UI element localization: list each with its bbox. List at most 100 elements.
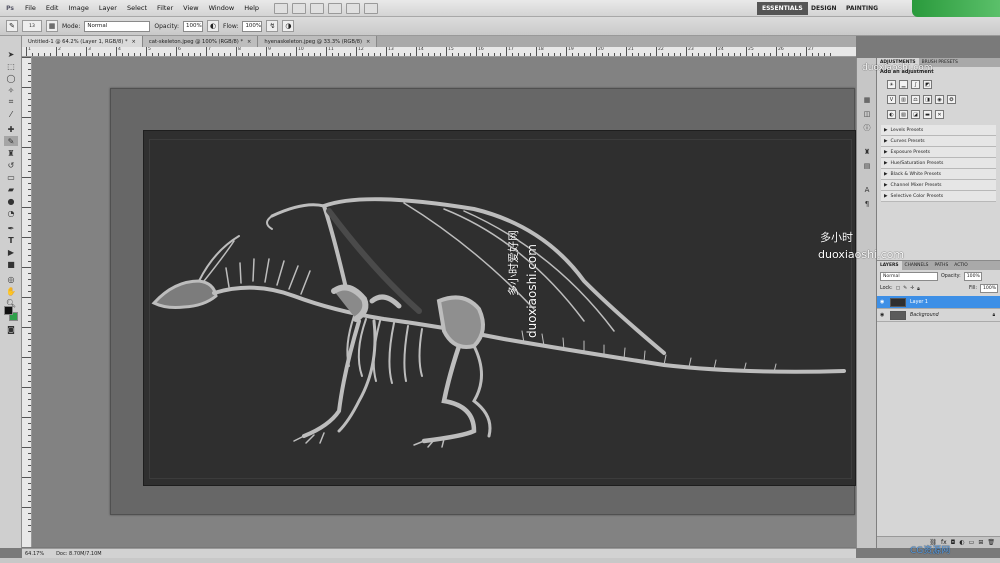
paragraph-panel-icon[interactable]: ¶ (861, 198, 873, 209)
pressure-size-icon[interactable]: ◑ (282, 20, 295, 32)
color-balance-icon[interactable]: ⚖ (911, 95, 920, 104)
info-panel-icon[interactable]: ⓘ (861, 122, 873, 133)
lock-transparency-icon[interactable]: ▢ (896, 286, 901, 291)
zoom-level-icon[interactable] (310, 2, 325, 14)
menu-window[interactable]: Window (204, 4, 240, 12)
black-white-icon[interactable]: ◨ (923, 95, 932, 104)
lock-position-icon[interactable]: ✛ (910, 286, 914, 291)
tab-untitled-1[interactable]: Untitled-1 @ 64.2% (Layer 1, RGB/8) * × (22, 36, 143, 47)
layer-comps-icon[interactable]: ◫ (861, 108, 873, 119)
type-tool-icon[interactable]: T (4, 235, 18, 245)
swatches-panel-icon[interactable]: ▦ (861, 94, 873, 105)
vertical-ruler[interactable] (22, 57, 32, 547)
dodge-tool-icon[interactable]: ◔ (4, 208, 18, 218)
menu-image[interactable]: Image (63, 4, 93, 12)
character-panel-icon[interactable]: A (861, 184, 873, 195)
preset-levels[interactable]: ▶ Levels Presets (881, 125, 996, 136)
menu-select[interactable]: Select (122, 4, 152, 12)
workspace-essentials[interactable]: ESSENTIALS (757, 2, 808, 15)
quick-select-tool-icon[interactable]: ✧ (4, 85, 18, 95)
tab-cat-skeleton[interactable]: cat-skeleton.jpeg @ 100% (RGB/8) * × (142, 36, 259, 47)
path-selection-tool-icon[interactable]: ▶ (4, 247, 18, 257)
lock-all-icon[interactable]: 🔒︎ (917, 286, 920, 292)
eraser-tool-icon[interactable]: ▭ (4, 172, 18, 182)
menu-edit[interactable]: Edit (41, 4, 64, 12)
visibility-eye-icon[interactable]: ◉ (880, 299, 886, 305)
brightness-contrast-icon[interactable]: ☀ (887, 80, 896, 89)
layer-row-background[interactable]: ◉ Background 🔒︎ (877, 309, 1000, 322)
brush-tool-icon[interactable]: ✎ (6, 20, 18, 32)
layer-row-layer-1[interactable]: ◉ Layer 1 (877, 296, 1000, 309)
tab-paths[interactable]: PATHS (931, 261, 951, 270)
new-group-icon[interactable]: ▭ (969, 539, 975, 546)
hand-tool-icon[interactable] (328, 2, 343, 14)
menu-file[interactable]: File (20, 4, 41, 12)
actions-panel-icon[interactable]: ▤ (861, 160, 873, 171)
zoom-level[interactable]: 64.17% (25, 551, 44, 557)
rotate-3d-tool-icon[interactable]: ◎ (4, 274, 18, 284)
tab-layers[interactable]: LAYERS (877, 261, 902, 270)
history-brush-tool-icon[interactable]: ↺ (4, 160, 18, 170)
workspace-painting[interactable]: PAINTING (841, 2, 883, 15)
clone-source-icon[interactable]: ♜ (861, 146, 873, 157)
new-layer-icon[interactable]: ⊞ (978, 539, 983, 546)
opacity-input[interactable]: 100% (183, 20, 204, 32)
channel-mixer-icon[interactable]: ❂ (947, 95, 956, 104)
menu-view[interactable]: View (178, 4, 203, 12)
menu-help[interactable]: Help (239, 4, 264, 12)
brush-tool-icon[interactable]: ✎ (4, 136, 18, 146)
close-icon[interactable]: × (132, 39, 136, 45)
mode-select[interactable]: Normal (84, 20, 151, 32)
lock-pixels-icon[interactable]: ✎ (903, 286, 907, 291)
preset-curves[interactable]: ▶ Curves Presets (881, 136, 996, 147)
healing-brush-tool-icon[interactable]: ✚ (4, 124, 18, 134)
airbrush-icon[interactable]: ↯ (266, 20, 279, 32)
add-mask-icon[interactable]: ◘ (951, 539, 956, 546)
horizontal-ruler[interactable]: 1 2 3 4 5 6 7 8 9 10 11 12 13 14 15 16 17 18 19 20 21 22 23 24 2… (22, 47, 856, 57)
blur-tool-icon[interactable]: ● (4, 196, 18, 206)
posterize-icon[interactable]: ▧ (899, 110, 908, 119)
preset-hue-saturation[interactable]: ▶ Hue/Saturation Presets (881, 158, 996, 169)
brush-preset-picker[interactable]: 13 (22, 20, 42, 32)
crop-tool-icon[interactable]: ⌗ (4, 97, 18, 107)
document-canvas[interactable] (143, 130, 856, 486)
move-tool-icon[interactable]: ➤ (4, 49, 18, 59)
gradient-tool-icon[interactable]: ▰ (4, 184, 18, 194)
pressure-opacity-icon[interactable]: ◐ (207, 20, 220, 32)
arrange-documents-icon[interactable] (346, 2, 361, 14)
exposure-icon[interactable]: ◩ (923, 80, 932, 89)
shape-tool-icon[interactable]: ■ (4, 259, 18, 269)
preset-channel-mixer[interactable]: ▶ Channel Mixer Presets (881, 180, 996, 191)
marquee-tool-icon[interactable]: ⬚ (4, 61, 18, 71)
threshold-icon[interactable]: ◪ (911, 110, 920, 119)
brush-panel-toggle-icon[interactable]: ▦ (46, 20, 58, 32)
clone-stamp-tool-icon[interactable]: ♜ (4, 148, 18, 158)
invert-icon[interactable]: ◐ (887, 110, 896, 119)
preset-black-white[interactable]: ▶ Black & White Presets (881, 169, 996, 180)
foreground-color-swatch[interactable] (4, 306, 13, 315)
lasso-tool-icon[interactable]: ◯ (4, 73, 18, 83)
close-icon[interactable]: × (366, 39, 370, 45)
mini-bridge-icon[interactable] (292, 2, 307, 14)
levels-icon[interactable]: ▁ (899, 80, 908, 89)
layer-opacity-input[interactable]: 100% (963, 272, 982, 281)
menu-filter[interactable]: Filter (152, 4, 178, 12)
visibility-eye-icon[interactable]: ◉ (880, 312, 886, 318)
pen-tool-icon[interactable]: ✒ (4, 223, 18, 233)
preset-exposure[interactable]: ▶ Exposure Presets (881, 147, 996, 158)
fill-input[interactable]: 100% (980, 284, 998, 293)
tab-actions[interactable]: ACTIO (951, 261, 970, 270)
workspace-design[interactable]: DESIGN (806, 2, 842, 15)
tab-channels[interactable]: CHANNELS (902, 261, 932, 270)
selective-color-icon[interactable]: ✕ (935, 110, 944, 119)
eyedropper-tool-icon[interactable]: ⁄ (4, 109, 18, 119)
quick-mask-icon[interactable]: ◙ (4, 324, 18, 334)
bridge-icon[interactable] (274, 2, 289, 14)
close-icon[interactable]: × (247, 39, 251, 45)
tab-hyena-skeleton[interactable]: hyenaskeleton.jpeg @ 33.3% (RGB/8) × (258, 36, 378, 47)
curves-icon[interactable]: ∫ (911, 80, 920, 89)
hand-tool-icon[interactable]: ✋ (4, 286, 18, 296)
delete-layer-icon[interactable]: 🗑︎ (987, 539, 995, 546)
hue-saturation-icon[interactable]: ▥ (899, 95, 908, 104)
blend-mode-select[interactable]: Normal (880, 272, 938, 281)
